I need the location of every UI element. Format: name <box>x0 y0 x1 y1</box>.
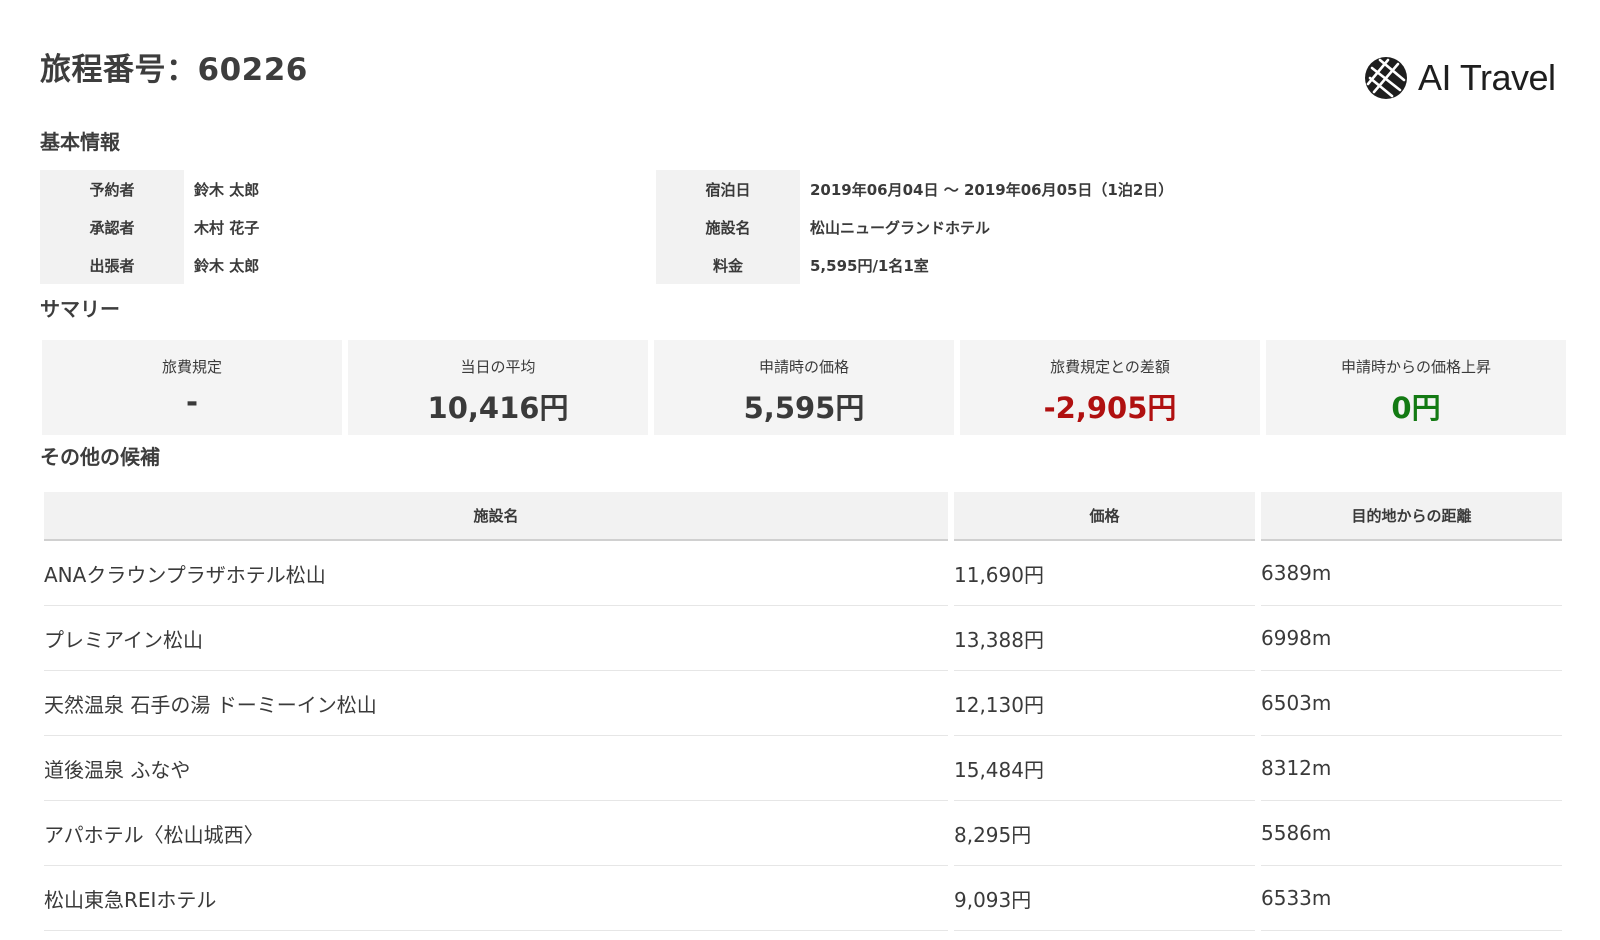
distance-cell: 5586m <box>1261 801 1562 866</box>
facility-name-cell: 天然温泉 石手の湯 ドーミーイン松山 <box>44 671 948 736</box>
facility-name-cell: アパホテル〈松山城西〉 <box>44 801 948 866</box>
info-value: 木村 花子 <box>194 218 260 237</box>
facility-name-cell: ANAクラウンプラザホテル松山 <box>44 541 948 606</box>
column-header-distance: 目的地からの距離 <box>1261 492 1562 541</box>
table-row: 天然温泉 石手の湯 ドーミーイン松山 12,130円 6503m <box>44 671 1562 736</box>
info-label: 承認者 <box>40 208 184 246</box>
table-row: プレミアイン松山 13,388円 6998m <box>44 606 1562 671</box>
column-header-facility: 施設名 <box>44 492 948 541</box>
card-value: 5,595円 <box>743 391 865 425</box>
summary-card-policy-difference: 旅費規定との差額 -2,905円 <box>960 340 1260 435</box>
summary-card-travel-policy: 旅費規定 - <box>42 340 342 435</box>
summary-card-day-average: 当日の平均 10,416円 <box>348 340 648 435</box>
card-value: 0円 <box>1391 391 1441 425</box>
table-row: 松山東急REIホテル 9,093円 6533m <box>44 866 1562 931</box>
candidates-table: 施設名 価格 目的地からの距離 ANAクラウンプラザホテル松山 11,690円 … <box>44 492 1562 931</box>
candidates-heading: その他の候補 <box>40 445 160 469</box>
column-header-price: 価格 <box>954 492 1255 541</box>
basic-info-heading: 基本情報 <box>40 130 120 154</box>
facility-name-cell: 松山東急REIホテル <box>44 866 948 931</box>
basic-info-right: 宿泊日 2019年06月04日 〜 2019年06月05日（1泊2日） 施設名 … <box>656 170 1500 284</box>
price-cell: 12,130円 <box>954 671 1255 736</box>
globe-icon <box>1365 57 1407 99</box>
info-row-approver: 承認者 木村 花子 <box>40 208 660 246</box>
price-cell: 8,295円 <box>954 801 1255 866</box>
card-label: 当日の平均 <box>460 358 536 376</box>
table-row: 道後温泉 ふなや 15,484円 8312m <box>44 736 1562 801</box>
facility-name-cell: プレミアイン松山 <box>44 606 948 671</box>
brand-logo: AI Travel <box>1362 50 1556 106</box>
info-row-facility: 施設名 松山ニューグランドホテル <box>656 208 1500 246</box>
distance-cell: 6998m <box>1261 606 1562 671</box>
info-value: 鈴木 太郎 <box>194 180 260 199</box>
card-value: - <box>185 385 199 419</box>
basic-info-left: 予約者 鈴木 太郎 承認者 木村 花子 出張者 鈴木 太郎 <box>40 170 660 284</box>
info-label: 予約者 <box>40 170 184 208</box>
page-title: 旅程番号：60226 <box>40 52 308 88</box>
card-value: -2,905円 <box>1043 391 1177 425</box>
price-cell: 13,388円 <box>954 606 1255 671</box>
table-header-row: 施設名 価格 目的地からの距離 <box>44 492 1562 541</box>
info-row-stay-dates: 宿泊日 2019年06月04日 〜 2019年06月05日（1泊2日） <box>656 170 1500 208</box>
price-cell: 11,690円 <box>954 541 1255 606</box>
table-row: アパホテル〈松山城西〉 8,295円 5586m <box>44 801 1562 866</box>
info-value: 松山ニューグランドホテル <box>810 218 991 237</box>
distance-cell: 6533m <box>1261 866 1562 931</box>
summary-cards: 旅費規定 - 当日の平均 10,416円 申請時の価格 5,595円 旅費規定と… <box>42 340 1566 435</box>
info-row-traveler: 出張者 鈴木 太郎 <box>40 246 660 284</box>
distance-cell: 6389m <box>1261 541 1562 606</box>
info-row-fee: 料金 5,595円/1名1室 <box>656 246 1500 284</box>
summary-heading: サマリー <box>40 297 120 321</box>
price-cell: 9,093円 <box>954 866 1255 931</box>
price-cell: 15,484円 <box>954 736 1255 801</box>
facility-name-cell: 道後温泉 ふなや <box>44 736 948 801</box>
info-label: 料金 <box>656 246 800 284</box>
info-value: 鈴木 太郎 <box>194 256 260 275</box>
summary-card-price-increase: 申請時からの価格上昇 0円 <box>1266 340 1566 435</box>
table-row: ANAクラウンプラザホテル松山 11,690円 6389m <box>44 541 1562 606</box>
card-label: 申請時の価格 <box>758 358 849 376</box>
info-row-booker: 予約者 鈴木 太郎 <box>40 170 660 208</box>
card-value: 10,416円 <box>427 391 569 425</box>
info-label: 宿泊日 <box>656 170 800 208</box>
info-label: 出張者 <box>40 246 184 284</box>
distance-cell: 8312m <box>1261 736 1562 801</box>
summary-card-request-price: 申請時の価格 5,595円 <box>654 340 954 435</box>
info-value: 5,595円/1名1室 <box>810 256 929 275</box>
card-label: 旅費規定との差額 <box>1050 358 1170 376</box>
card-label: 申請時からの価格上昇 <box>1340 358 1491 376</box>
distance-cell: 6503m <box>1261 671 1562 736</box>
itinerary-page: 旅程番号：60226 AI Travel 基本情報 予約者 鈴木 太郎 承認者 … <box>0 0 1600 940</box>
info-label: 施設名 <box>656 208 800 246</box>
info-value: 2019年06月04日 〜 2019年06月05日（1泊2日） <box>810 180 1174 199</box>
brand-name: AI Travel <box>1418 57 1556 98</box>
card-label: 旅費規定 <box>161 358 222 376</box>
